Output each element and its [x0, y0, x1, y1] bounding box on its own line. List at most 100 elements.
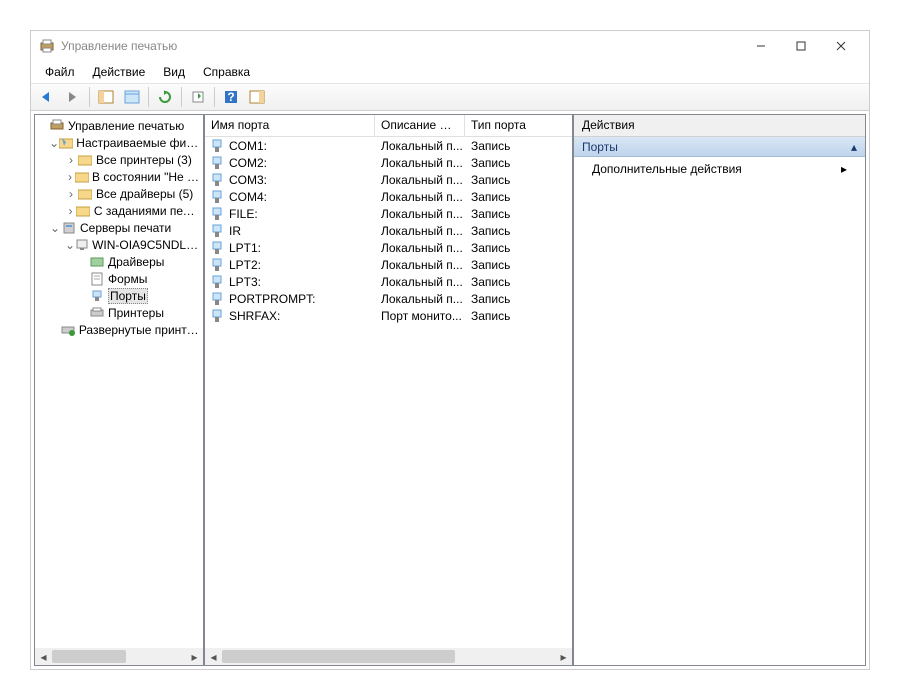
port-name-cell: IR [205, 224, 375, 238]
refresh-button[interactable] [153, 86, 177, 108]
column-type[interactable]: Тип порта [465, 115, 572, 136]
menu-view[interactable]: Вид [155, 63, 193, 81]
expand-icon[interactable]: › [65, 153, 77, 167]
scroll-right-icon[interactable]: ▸ [186, 648, 203, 665]
port-icon [211, 258, 225, 272]
port-name-cell: COM3: [205, 173, 375, 187]
scroll-left-icon[interactable]: ◂ [35, 648, 52, 665]
toolbar-separator [89, 87, 90, 107]
filter-folder-icon [59, 135, 73, 151]
app-icon [39, 38, 55, 54]
list-header: Имя порта Описание пор... Тип порта [205, 115, 572, 137]
scroll-right-icon[interactable]: ▸ [555, 648, 572, 665]
port-row[interactable]: COM4:Локальный п...Запись [205, 188, 572, 205]
port-row[interactable]: PORTPROMPT:Локальный п...Запись [205, 290, 572, 307]
tree-drivers[interactable]: Драйверы [37, 253, 203, 270]
tree-servers[interactable]: ⌄Серверы печати [37, 219, 203, 236]
action-more[interactable]: Дополнительные действия ▸ [574, 157, 865, 181]
port-type-cell: Запись [465, 139, 545, 153]
menu-action[interactable]: Действие [85, 63, 154, 81]
deployed-icon [61, 322, 76, 338]
tree-filters[interactable]: ⌄Настраиваемые фильтры [37, 134, 203, 151]
tree-pane: Управление печатью ⌄Настраиваемые фильтр… [34, 114, 204, 666]
filter-icon [77, 152, 93, 168]
tree-scrollbar[interactable]: ◂ ▸ [35, 648, 203, 665]
port-icon [211, 173, 225, 187]
forward-button[interactable] [61, 86, 85, 108]
window-frame: Управление печатью Файл Действие Вид Спр… [30, 30, 870, 670]
help-button[interactable]: ? [219, 86, 243, 108]
list-pane: Имя порта Описание пор... Тип порта COM1… [204, 114, 573, 666]
tree-server[interactable]: ⌄WIN-OIA9C5NDLAN (ло [37, 236, 203, 253]
port-desc-cell: Локальный п... [375, 139, 465, 153]
column-name[interactable]: Имя порта [205, 115, 375, 136]
properties-button[interactable] [120, 86, 144, 108]
show-hide-tree-button[interactable] [94, 86, 118, 108]
list-body[interactable]: COM1:Локальный п...ЗаписьCOM2:Локальный … [205, 137, 572, 648]
scroll-left-icon[interactable]: ◂ [205, 648, 222, 665]
expand-icon[interactable]: › [65, 187, 77, 201]
port-row[interactable]: COM3:Локальный п...Запись [205, 171, 572, 188]
port-desc-cell: Локальный п... [375, 292, 465, 306]
toolbar-separator [148, 87, 149, 107]
tree-all-printers[interactable]: ›Все принтеры (3) [37, 151, 203, 168]
back-button[interactable] [35, 86, 59, 108]
port-type-cell: Запись [465, 173, 545, 187]
menu-bar: Файл Действие Вид Справка [31, 61, 869, 83]
port-row[interactable]: LPT2:Локальный п...Запись [205, 256, 572, 273]
window-title: Управление печатью [61, 39, 741, 53]
expand-icon[interactable]: › [65, 170, 75, 184]
tree-root[interactable]: Управление печатью [37, 117, 203, 134]
tree-printers[interactable]: Принтеры [37, 304, 203, 321]
actions-section-ports[interactable]: Порты ▴ [574, 137, 865, 157]
port-icon [211, 275, 225, 289]
port-name-cell: PORTPROMPT: [205, 292, 375, 306]
port-row[interactable]: SHRFAX:Порт монито...Запись [205, 307, 572, 324]
main-body: Управление печатью ⌄Настраиваемые фильтр… [31, 111, 869, 669]
expand-icon[interactable]: › [65, 204, 76, 218]
port-row[interactable]: LPT1:Локальный п...Запись [205, 239, 572, 256]
port-name-cell: FILE: [205, 207, 375, 221]
column-desc[interactable]: Описание пор... [375, 115, 465, 136]
action-pane: Действия Порты ▴ Дополнительные действия… [573, 114, 866, 666]
port-type-cell: Запись [465, 292, 545, 306]
port-desc-cell: Локальный п... [375, 156, 465, 170]
collapse-icon[interactable]: ⌄ [49, 221, 61, 235]
tree-forms[interactable]: Формы [37, 270, 203, 287]
port-icon [211, 309, 225, 323]
port-row[interactable]: LPT3:Локальный п...Запись [205, 273, 572, 290]
list-scrollbar[interactable]: ◂ ▸ [205, 648, 572, 665]
collapse-triangle-icon: ▴ [851, 140, 857, 154]
maximize-button[interactable] [781, 32, 821, 60]
toolbar: ? [31, 83, 869, 111]
port-icon [211, 241, 225, 255]
collapse-icon[interactable]: ⌄ [49, 136, 59, 150]
port-row[interactable]: IRЛокальный п...Запись [205, 222, 572, 239]
tree-not-ready[interactable]: ›В состоянии "Не готов" [37, 168, 203, 185]
tree-deployed[interactable]: Развернутые принтеры [37, 321, 203, 338]
svg-text:?: ? [227, 90, 234, 104]
menu-help[interactable]: Справка [195, 63, 258, 81]
console-tree[interactable]: Управление печатью ⌄Настраиваемые фильтр… [35, 115, 203, 648]
menu-file[interactable]: Файл [37, 63, 83, 81]
port-type-cell: Запись [465, 207, 545, 221]
actions-section-label: Порты [582, 140, 618, 154]
port-type-cell: Запись [465, 190, 545, 204]
tree-ports[interactable]: Порты [37, 287, 203, 304]
tree-all-drivers[interactable]: ›Все драйверы (5) [37, 185, 203, 202]
port-desc-cell: Порт монито... [375, 309, 465, 323]
port-name-cell: LPT1: [205, 241, 375, 255]
collapse-icon[interactable]: ⌄ [65, 238, 75, 252]
export-button[interactable] [186, 86, 210, 108]
computer-icon [75, 237, 89, 253]
tree-with-jobs[interactable]: ›С заданиями печати [37, 202, 203, 219]
title-bar: Управление печатью [31, 31, 869, 61]
port-desc-cell: Локальный п... [375, 275, 465, 289]
minimize-button[interactable] [741, 32, 781, 60]
port-row[interactable]: COM2:Локальный п...Запись [205, 154, 572, 171]
close-button[interactable] [821, 32, 861, 60]
port-row[interactable]: COM1:Локальный п...Запись [205, 137, 572, 154]
actions-header: Действия [574, 115, 865, 137]
show-action-pane-button[interactable] [245, 86, 269, 108]
port-row[interactable]: FILE:Локальный п...Запись [205, 205, 572, 222]
